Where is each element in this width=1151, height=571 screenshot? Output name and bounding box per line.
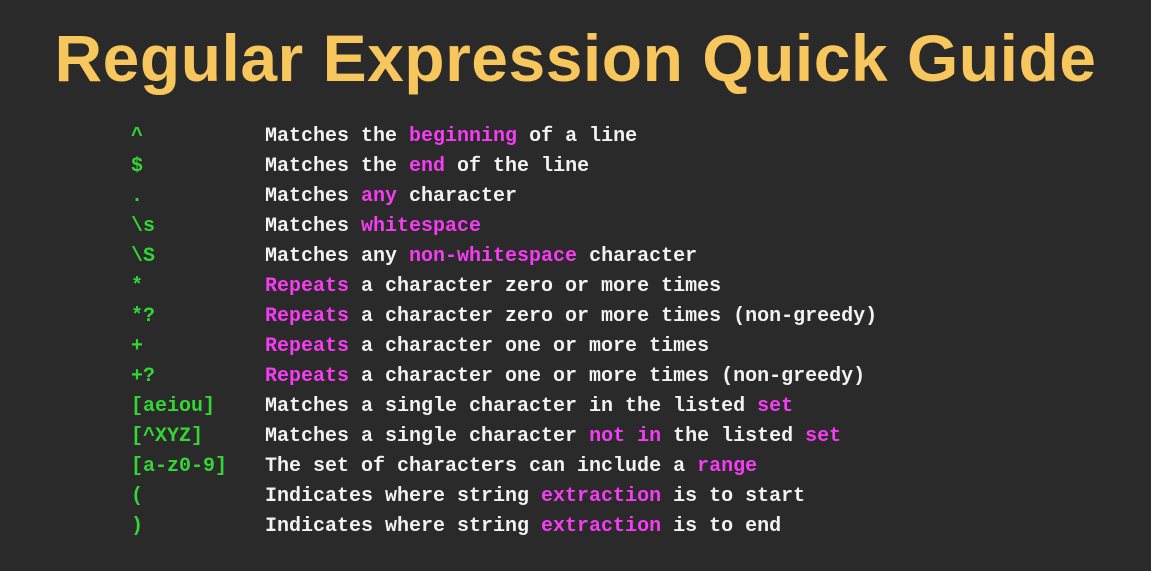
description-text: Matches [265,184,362,208]
guide-row: [aeiou] Matches a single character in the… [131,391,877,421]
guide-row: [^XYZ] Matches a single character not in … [131,421,877,451]
description-text: a character zero or more times [349,274,722,298]
regex-description: Matches any non-whitespace character [265,245,697,268]
highlighted-term: range [697,454,758,478]
regex-symbol: *? [131,304,156,328]
description-text: Matches any [265,244,410,268]
regex-symbol: \s [131,214,156,238]
guide-row: +? Repeats a character one or more times … [131,361,877,391]
highlighted-term: non-whitespace [409,244,578,268]
regex-symbol: . [131,184,144,208]
highlighted-term: Repeats [265,364,350,388]
description-text: the listed [661,424,806,448]
guide-row: . Matches any character [131,181,877,211]
description-text: character [577,244,698,268]
description-text: Matches the [265,154,410,178]
regex-description: Matches whitespace [265,215,481,238]
regex-description: The set of characters can include a rang… [265,455,757,478]
description-text: a character zero or more times (non-gree… [349,304,878,328]
regex-description: Repeats a character zero or more times [265,275,721,298]
regex-symbol: [aeiou] [131,394,216,418]
highlighted-term: set [805,424,842,448]
guide-row: ( Indicates where string extraction is to… [131,481,877,511]
guide-row: [a-z0-9] The set of characters can includ… [131,451,877,481]
regex-symbol: [^XYZ] [131,424,204,448]
guide-row: ^ Matches the beginning of a line [131,121,877,151]
regex-description: Matches a single character in the listed… [265,395,793,418]
highlighted-term: extraction [541,514,662,538]
highlighted-term: Repeats [265,274,350,298]
regex-guide-list: ^ Matches the beginning of a line $ Matches… [131,121,877,541]
description-text: a character one or more times [349,334,710,358]
regex-symbol: \S [131,244,156,268]
description-text: Matches [265,214,362,238]
description-text: Indicates where string [265,484,542,508]
regex-symbol: +? [131,364,156,388]
regex-description: Repeats a character zero or more times (… [265,305,877,328]
description-text: character [397,184,518,208]
regex-symbol: ^ [131,124,144,148]
regex-symbol: ( [131,484,144,508]
description-text: is to end [661,514,782,538]
highlighted-term: not in [589,424,662,448]
guide-row: \s Matches whitespace [131,211,877,241]
description-text: Indicates where string [265,514,542,538]
description-text: of a line [517,124,638,148]
regex-symbol: [a-z0-9] [131,454,228,478]
regex-description: Matches any character [265,185,517,208]
regex-symbol: * [131,274,144,298]
regex-symbol: + [131,334,144,358]
highlighted-term: beginning [409,124,518,148]
guide-row: $ Matches the end of the line [131,151,877,181]
description-text: Matches a single character [265,424,590,448]
regex-description: Repeats a character one or more times [265,335,709,358]
description-text: a character one or more times (non-greed… [349,364,866,388]
highlighted-term: extraction [541,484,662,508]
regex-description: Matches a single character not in the li… [265,425,841,448]
highlighted-term: set [757,394,794,418]
page-title: Regular Expression Quick Guide [54,21,1097,95]
highlighted-term: whitespace [361,214,482,238]
regex-description: Matches the beginning of a line [265,125,637,148]
highlighted-term: Repeats [265,334,350,358]
guide-row: *? Repeats a character zero or more times… [131,301,877,331]
guide-row: * Repeats a character zero or more times [131,271,877,301]
regex-description: Repeats a character one or more times (n… [265,365,865,388]
regex-description: Indicates where string extraction is to … [265,485,805,508]
description-text: Matches the [265,124,410,148]
regex-description: Indicates where string extraction is to … [265,515,781,538]
guide-row: \S Matches any non-whitespace character [131,241,877,271]
guide-row: ) Indicates where string extraction is to… [131,511,877,541]
description-text: is to start [661,484,806,508]
description-text: Matches a single character in the listed [265,394,758,418]
description-text: The set of characters can include a [265,454,698,478]
regex-symbol: ) [131,514,144,538]
regex-symbol: $ [131,154,144,178]
guide-row: + Repeats a character one or more times [131,331,877,361]
highlighted-term: any [361,184,398,208]
highlighted-term: end [409,154,446,178]
description-text: of the line [445,154,590,178]
regex-description: Matches the end of the line [265,155,589,178]
highlighted-term: Repeats [265,304,350,328]
